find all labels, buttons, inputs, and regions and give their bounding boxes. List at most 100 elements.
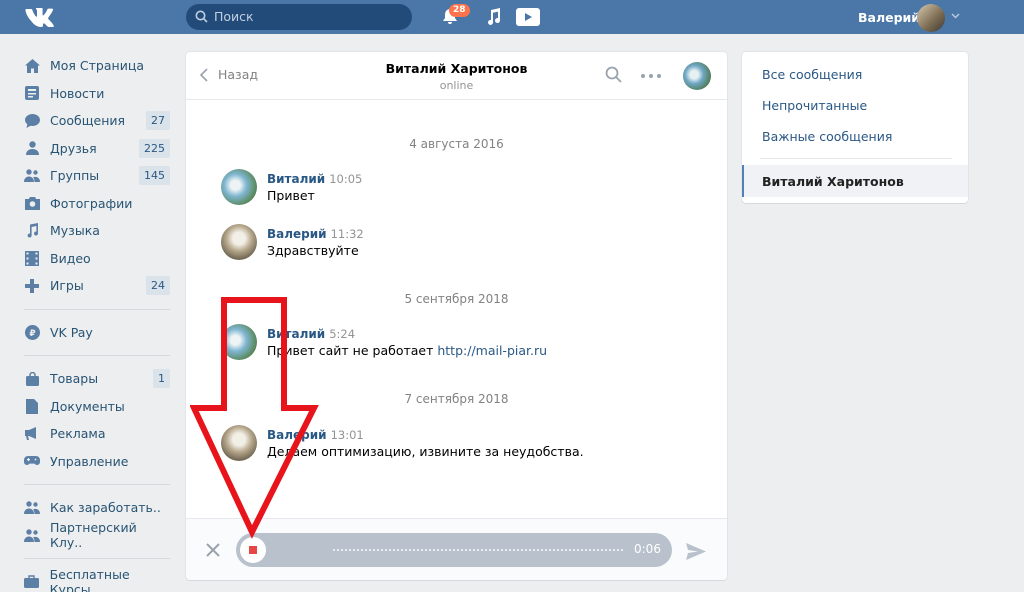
friends-icon	[24, 140, 40, 156]
search-placeholder: Поиск	[214, 9, 254, 24]
video-icon	[24, 250, 40, 266]
menu-label: Группы	[50, 168, 100, 184]
user-avatar[interactable]	[917, 4, 945, 32]
camera-icon	[24, 195, 40, 211]
menu-divider	[24, 355, 170, 356]
menu-label: Видео	[50, 250, 91, 266]
stop-recording-button[interactable]	[240, 537, 266, 563]
menu-item-friends[interactable]: Друзья 225	[20, 135, 172, 163]
menu-label: Товары	[50, 371, 99, 387]
send-icon[interactable]	[686, 543, 706, 560]
menu-label: Бесплатные Курсы	[49, 566, 130, 592]
document-icon	[24, 398, 40, 414]
video-play-icon[interactable]	[516, 8, 540, 26]
message-filters-panel: Все сообщения Непрочитанные Важные сообщ…	[742, 52, 968, 203]
menu-item-video[interactable]: Видео	[20, 245, 172, 273]
message-author[interactable]: Виталий	[267, 172, 325, 186]
search-input[interactable]: Поиск	[186, 4, 412, 30]
peer-status: online	[439, 79, 474, 92]
left-menu: Моя Страница Новости Сообщения 27 Друзья…	[20, 52, 172, 592]
groups-icon	[24, 168, 40, 184]
briefcase-icon	[24, 574, 40, 590]
menu-item-how-to-earn[interactable]: Как заработать..	[20, 494, 172, 522]
menu-item-groups[interactable]: Группы 145	[20, 162, 172, 190]
menu-label: Реклама	[50, 426, 106, 442]
top-bar: Поиск 28 Валерий	[0, 0, 1024, 34]
annotation-arrow-icon	[190, 297, 319, 539]
menu-item-documents[interactable]: Документы	[20, 393, 172, 421]
menu-item-my-page[interactable]: Моя Страница	[20, 52, 172, 80]
menu-item-partner-club[interactable]: Партнерский Клу..	[20, 520, 172, 551]
message-text: Привет	[267, 188, 315, 203]
message-time: 11:32	[330, 227, 364, 241]
message-time: 5:24	[329, 327, 356, 341]
menu-label: Новости	[50, 85, 105, 101]
menu-label: Документы	[50, 398, 125, 414]
close-icon[interactable]	[206, 543, 220, 557]
people-icon	[24, 527, 40, 543]
message-time: 10:05	[329, 172, 363, 186]
menu-label: Фотографии	[50, 195, 133, 211]
avatar[interactable]	[221, 224, 257, 260]
message-time: 13:01	[330, 428, 364, 442]
goods-count-badge: 1	[153, 369, 170, 388]
menu-item-messages[interactable]: Сообщения 27	[20, 107, 172, 135]
games-icon	[24, 278, 40, 294]
notifications-badge: 28	[449, 4, 470, 17]
messages-icon	[24, 113, 40, 129]
groups-count-badge: 145	[139, 166, 170, 185]
chevron-down-icon[interactable]	[951, 13, 960, 19]
menu-label: Как заработать..	[50, 500, 161, 516]
message-author[interactable]: Валерий	[267, 227, 327, 241]
svg-text:₽: ₽	[29, 329, 35, 339]
menu-item-music[interactable]: Музыка	[20, 217, 172, 245]
recording-time: 0:06	[634, 542, 661, 556]
vkpay-icon: ₽	[24, 324, 40, 340]
more-icon[interactable]	[641, 74, 661, 78]
date-separator: 4 августа 2016	[409, 137, 504, 151]
filter-unread[interactable]: Непрочитанные	[762, 98, 867, 113]
stop-icon	[249, 546, 257, 554]
gamepad-icon	[24, 453, 40, 469]
menu-label: Моя Страница	[50, 58, 144, 74]
search-icon	[195, 10, 208, 23]
selected-conversation-label: Виталий Харитонов	[762, 174, 904, 189]
friends-count-badge: 225	[139, 138, 170, 158]
menu-item-free-courses[interactable]: Бесплатные Курсы	[20, 566, 172, 592]
menu-label: Музыка	[50, 223, 100, 239]
menu-divider	[24, 558, 170, 559]
menu-label: VK Pay	[50, 324, 93, 340]
menu-item-photos[interactable]: Фотографии	[20, 190, 172, 218]
menu-label: Управление	[50, 453, 129, 469]
filter-all-messages[interactable]: Все сообщения	[762, 67, 862, 82]
news-icon	[24, 85, 40, 101]
menu-item-news[interactable]: Новости	[20, 80, 172, 108]
user-name[interactable]: Валерий	[858, 10, 920, 25]
message-text: Здравствуйте	[267, 243, 359, 258]
games-count-badge: 24	[146, 276, 170, 295]
music-icon	[24, 223, 40, 239]
megaphone-icon	[24, 426, 40, 442]
people-icon	[24, 500, 40, 516]
music-icon[interactable]	[486, 8, 502, 26]
menu-item-ads[interactable]: Реклама	[20, 420, 172, 448]
waveform	[333, 549, 623, 551]
menu-divider	[24, 308, 170, 310]
menu-item-goods[interactable]: Товары 1	[20, 365, 172, 393]
menu-label: Партнерский Клу..	[50, 520, 137, 551]
menu-label: Друзья	[50, 140, 97, 156]
menu-item-vk-pay[interactable]: ₽ VK Pay	[20, 319, 172, 347]
menu-item-games[interactable]: Игры 24	[20, 272, 172, 300]
menu-item-management[interactable]: Управление	[20, 448, 172, 476]
filter-important[interactable]: Важные сообщения	[762, 129, 892, 144]
bag-icon	[24, 371, 40, 387]
avatar[interactable]	[221, 169, 257, 205]
selected-conversation[interactable]: Виталий Харитонов	[742, 165, 968, 197]
menu-label: Игры	[50, 278, 84, 294]
search-icon[interactable]	[605, 66, 622, 83]
vk-logo-icon[interactable]	[24, 6, 56, 28]
chat-header: Назад Виталий Харитонов online	[186, 52, 727, 100]
message-link[interactable]: http://mail-piar.ru	[437, 343, 547, 358]
filter-divider	[760, 158, 952, 159]
peer-avatar[interactable]	[683, 62, 711, 90]
